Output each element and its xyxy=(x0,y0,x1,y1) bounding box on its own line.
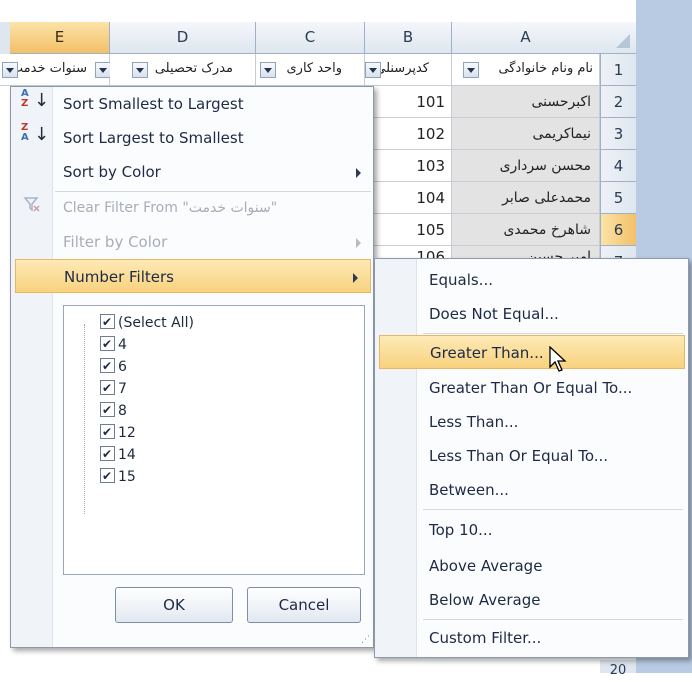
checkbox-label: 7 xyxy=(118,381,127,397)
cell-b4[interactable]: 103 xyxy=(365,150,452,182)
header-cell-c-text: واحد کاری xyxy=(286,61,343,76)
between-item[interactable]: Between... xyxy=(419,473,685,507)
filter-by-color-item: Filter by Color xyxy=(55,225,373,259)
number-filters-submenu: Equals... Does Not Equal... Greater Than… xyxy=(374,258,689,658)
submenu-arrow-icon xyxy=(356,168,361,178)
clear-filter-icon xyxy=(23,195,41,213)
cell-a5[interactable]: محمدعلی صابر xyxy=(452,182,600,214)
checkbox-value-12[interactable]: 12 xyxy=(100,421,136,444)
tree-connector-line xyxy=(84,324,85,514)
checkbox-value-6[interactable]: 6 xyxy=(100,355,127,378)
row-header-5[interactable]: 5 xyxy=(600,182,636,214)
checkbox-value-14[interactable]: 14 xyxy=(100,443,136,466)
does-not-equal-item[interactable]: Does Not Equal... xyxy=(419,297,685,331)
header-cell-b-text: کدپرسنلی xyxy=(375,61,429,76)
cell-a4[interactable]: محسن سرداری xyxy=(452,150,600,182)
checkbox-value-7[interactable]: 7 xyxy=(100,377,127,400)
mouse-pointer-icon xyxy=(548,345,568,374)
submenu-separator xyxy=(423,509,683,510)
submenu-separator xyxy=(423,333,683,334)
checkbox-icon[interactable] xyxy=(100,355,115,377)
top-10-item[interactable]: Top 10... xyxy=(419,513,685,547)
equals-item[interactable]: Equals... xyxy=(419,263,685,297)
checkbox-label: 8 xyxy=(118,403,127,419)
row-header-6[interactable]: 6 xyxy=(600,214,636,246)
checkbox-label: (Select All) xyxy=(118,315,194,331)
autofilter-menu: A Z ↓ Sort Smallest to Largest Z A ↓ Sor… xyxy=(10,86,374,648)
resize-grip-icon[interactable]: ⋰ xyxy=(361,635,371,645)
submenu-icon-gutter xyxy=(375,259,417,657)
cell-b2[interactable]: 101 xyxy=(365,86,452,118)
column-header-edge xyxy=(0,22,10,54)
checkbox-label: 4 xyxy=(118,337,127,353)
checkbox-icon[interactable] xyxy=(100,443,115,465)
greater-than-or-equal-item[interactable]: Greater Than Or Equal To... xyxy=(419,371,685,405)
checkbox-icon[interactable] xyxy=(100,311,115,333)
sort-by-color-label: Sort by Color xyxy=(63,163,161,181)
checkbox-icon[interactable] xyxy=(100,421,115,443)
row-header-2[interactable]: 2 xyxy=(600,86,636,118)
cell-a3[interactable]: نیماکریمی xyxy=(452,118,600,150)
less-than-or-equal-item[interactable]: Less Than Or Equal To... xyxy=(419,439,685,473)
column-header-e[interactable]: E xyxy=(10,22,110,54)
submenu-arrow-icon xyxy=(353,273,358,283)
filter-dropdown-e-button[interactable] xyxy=(95,62,111,78)
cancel-button[interactable]: Cancel xyxy=(247,587,361,623)
select-all-corner[interactable] xyxy=(596,22,636,54)
checkbox-label: 14 xyxy=(118,447,136,463)
below-average-item[interactable]: Below Average xyxy=(419,583,685,617)
column-header-a[interactable]: A xyxy=(452,22,600,54)
greater-than-item[interactable]: Greater Than... xyxy=(379,335,685,369)
filter-dropdown-a-button[interactable] xyxy=(463,62,479,78)
above-average-item[interactable]: Above Average xyxy=(419,549,685,583)
checkbox-icon[interactable] xyxy=(100,465,115,487)
checkbox-value-15[interactable]: 15 xyxy=(100,465,136,488)
checkbox-label: 6 xyxy=(118,359,127,375)
column-header-b[interactable]: B xyxy=(365,22,452,54)
submenu-arrow-icon xyxy=(356,238,361,248)
header-cell-d-text: مدرک تحصیلی xyxy=(154,61,233,76)
row-header-3[interactable]: 3 xyxy=(600,118,636,150)
clear-filter-item: Clear Filter From "سنوات خدمت" xyxy=(63,200,278,216)
checkbox-icon[interactable] xyxy=(100,377,115,399)
filter-dropdown-c-button[interactable] xyxy=(260,62,276,78)
checkbox-label: 12 xyxy=(118,425,136,441)
filter-dropdown-b-button[interactable] xyxy=(365,62,381,78)
custom-filter-item[interactable]: Custom Filter... xyxy=(419,621,685,655)
less-than-item[interactable]: Less Than... xyxy=(419,405,685,439)
cell-b3[interactable]: 102 xyxy=(365,118,452,150)
row-header-20[interactable]: 20 xyxy=(600,660,636,678)
header-cell-a-text: نام ونام خانوادگی xyxy=(498,61,593,76)
header-cell-e-text: سنوات خدمت xyxy=(10,61,87,76)
checkbox-icon[interactable] xyxy=(100,333,115,355)
checkbox-label: 15 xyxy=(118,469,136,485)
column-header-d[interactable]: D xyxy=(110,22,256,54)
sort-ascending-item[interactable]: Sort Smallest to Largest xyxy=(55,87,373,121)
menu-icon-gutter xyxy=(11,87,53,647)
sort-descending-icon: Z A ↓ xyxy=(21,122,50,145)
sort-ascending-icon: A Z ↓ xyxy=(21,88,50,111)
row-header-4[interactable]: 4 xyxy=(600,150,636,182)
cell-b6[interactable]: 105 xyxy=(365,214,452,246)
checkbox-icon[interactable] xyxy=(100,399,115,421)
checkbox-value-4[interactable]: 4 xyxy=(100,333,127,356)
sort-descending-item[interactable]: Sort Largest to Smallest xyxy=(55,121,373,155)
cell-a6[interactable]: شاهرخ محمدی xyxy=(452,214,600,246)
filter-values-list[interactable]: (Select All) 4 6 7 8 12 14 15 xyxy=(63,305,365,575)
checkbox-select-all[interactable]: (Select All) xyxy=(100,311,194,334)
filter-by-color-label: Filter by Color xyxy=(63,233,168,251)
row-header-1[interactable]: 1 xyxy=(600,54,636,86)
sort-by-color-item[interactable]: Sort by Color xyxy=(55,155,373,189)
filter-dropdown-extra-button[interactable] xyxy=(2,62,18,78)
ok-button[interactable]: OK xyxy=(115,587,233,623)
filter-dropdown-d-button[interactable] xyxy=(132,62,148,78)
cell-b5[interactable]: 104 xyxy=(365,182,452,214)
submenu-separator xyxy=(423,619,683,620)
cell-a2[interactable]: اکبرحسنی xyxy=(452,86,600,118)
column-header-c[interactable]: C xyxy=(256,22,365,54)
number-filters-item[interactable]: Number Filters xyxy=(15,259,371,293)
checkbox-value-8[interactable]: 8 xyxy=(100,399,127,422)
number-filters-label: Number Filters xyxy=(64,268,174,286)
